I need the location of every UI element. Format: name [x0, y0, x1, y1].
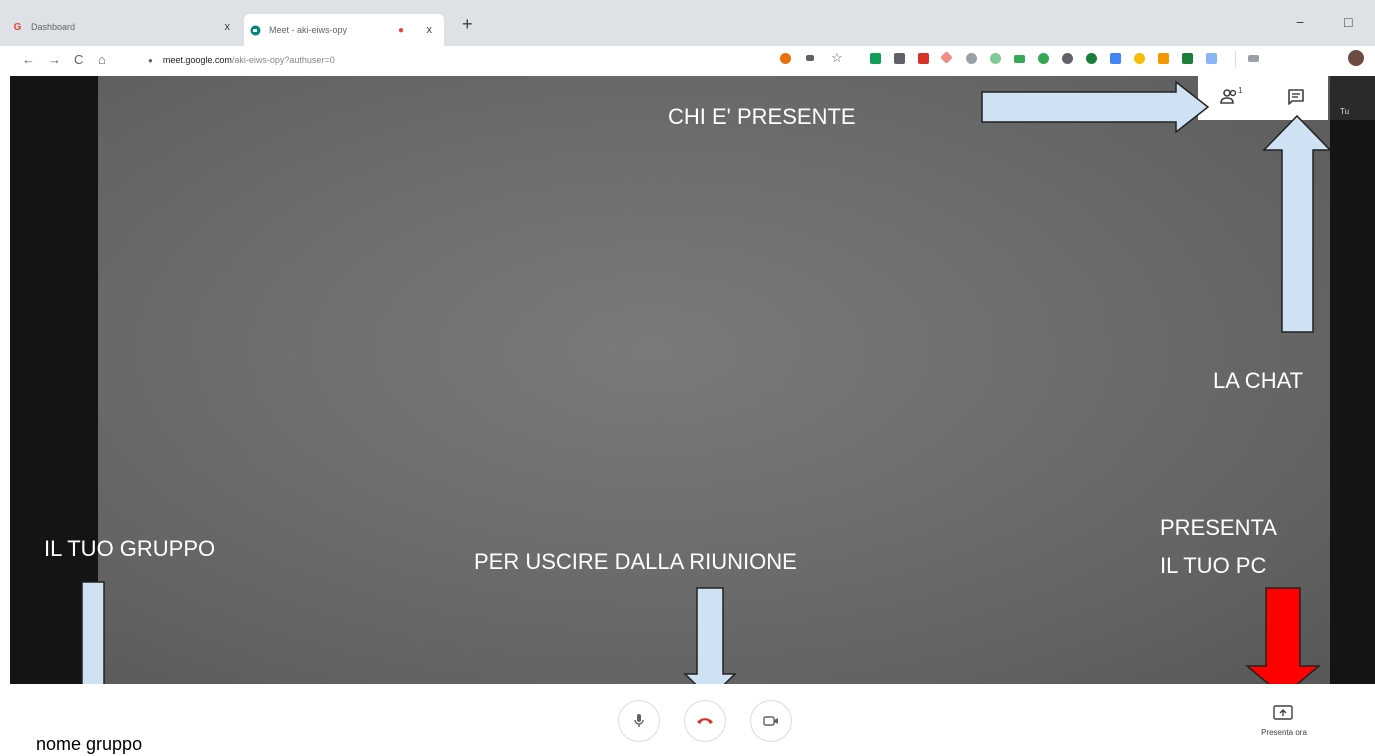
microphone-button[interactable] — [618, 700, 660, 742]
hangup-icon — [697, 718, 713, 724]
camera-icon — [763, 716, 778, 726]
camera-button[interactable] — [750, 700, 792, 742]
present-screen-icon — [1273, 705, 1293, 720]
arrow-down-hangup — [683, 587, 737, 700]
arrow-right-participants — [981, 80, 1210, 134]
present-now-label[interactable]: Presenta ora — [1248, 728, 1320, 737]
present-now-button[interactable] — [1272, 704, 1294, 727]
arrow-down-present — [1244, 587, 1322, 697]
annotation-arrows — [72, 80, 1332, 710]
hangup-button[interactable] — [684, 700, 726, 742]
group-name: nome gruppo — [36, 734, 143, 754]
arrow-up-chat — [1262, 114, 1332, 333]
microphone-icon — [634, 714, 644, 727]
